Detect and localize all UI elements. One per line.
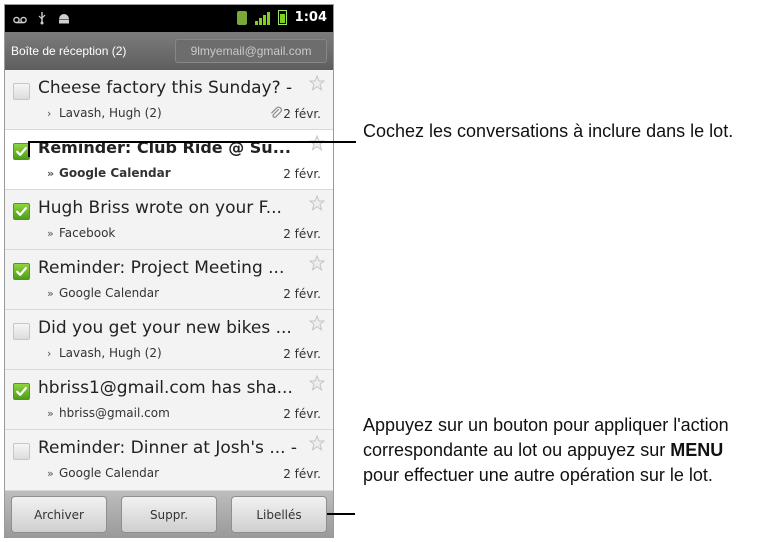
conversation-date: 2 févr. (283, 287, 321, 301)
thread-marker: » (47, 227, 54, 240)
checked-checkbox[interactable] (13, 383, 30, 400)
thread-marker: › (47, 347, 52, 360)
conversation-row[interactable]: Reminder: Dinner at Josh's ... -... » Goog… (5, 430, 333, 491)
conversation-date: 2 févr. (283, 347, 321, 361)
star-icon[interactable] (308, 254, 326, 275)
thread-marker: » (47, 167, 55, 180)
actions-callout: Appuyez sur un bouton pour appliquer l'a… (363, 413, 757, 488)
phone-screen: 1:04 Boîte de réception (2) 9lmyemail@gm… (4, 4, 334, 538)
title-bar: Boîte de réception (2) 9lmyemail@gmail.c… (5, 32, 333, 70)
conversation-row[interactable]: Did you get your new bikes ... › Lavash, H… (5, 310, 333, 370)
unchecked-checkbox[interactable] (13, 443, 30, 460)
delete-button[interactable]: Suppr. (121, 496, 217, 533)
archive-button[interactable]: Archiver (11, 496, 107, 533)
conversation-subject: Did you get your new bikes ... (38, 318, 292, 338)
conversation-subject: Reminder: Project Meeting ... (38, 258, 285, 278)
callout-pointer (327, 513, 355, 515)
conversation-date: 2 févr. (283, 467, 321, 481)
conversation-subject: Hugh Briss wrote on your F... (38, 198, 282, 218)
conversation-date: 2 févr. (283, 167, 321, 181)
actions-callout-text-end: pour effectuer une autre opération sur l… (363, 465, 713, 485)
conversation-sender: Lavash, Hugh (2) (59, 106, 162, 120)
usb-connected-icon (236, 10, 247, 25)
thread-marker: » (47, 287, 54, 300)
conversation-row[interactable]: hbriss1@gmail.com has sha... » hbriss@gmai… (5, 370, 333, 430)
star-icon[interactable] (308, 194, 326, 215)
labels-button[interactable]: Libellés (231, 496, 327, 533)
checked-checkbox[interactable] (13, 203, 30, 220)
checkbox-callout: Cochez les conversations à inclure dans … (363, 121, 734, 141)
conversation-row[interactable]: Reminder: Club Ride @ Su...» Google Calen… (5, 130, 333, 190)
conversation-date: 2 févr. (283, 407, 321, 421)
status-bar: 1:04 (5, 5, 333, 32)
star-icon[interactable] (308, 374, 326, 395)
conversation-sender: hbriss@gmail.com (59, 406, 170, 420)
conversation-date: 2 févr. (283, 227, 321, 241)
conversation-sender: Facebook (59, 226, 116, 240)
conversation-sender-line: › Lavash, Hugh (2) (47, 106, 162, 120)
thread-marker: » (47, 407, 54, 420)
conversation-sender: Google Calendar (59, 166, 171, 180)
conversation-sender-line: › Lavash, Hugh (2) (47, 346, 162, 360)
conversation-sender-line: » Google Calendar (47, 286, 159, 300)
conversation-subject: hbriss1@gmail.com has sha... (38, 378, 293, 398)
star-icon[interactable] (308, 314, 326, 335)
conversation-list: Cheese factory this Sunday? - ... › Lavash… (5, 70, 333, 491)
conversation-sender-line: » Google Calendar (47, 166, 171, 180)
battery-icon (277, 10, 287, 25)
conversation-sender-line: » Google Calendar (47, 466, 159, 480)
star-icon[interactable] (308, 74, 326, 95)
checked-checkbox[interactable] (13, 263, 30, 280)
signal-strength-icon (254, 11, 270, 25)
batch-action-bar: Archiver Suppr. Libellés (5, 491, 333, 537)
conversation-sender: Lavash, Hugh (2) (59, 346, 162, 360)
unchecked-checkbox[interactable] (13, 323, 30, 340)
conversation-row[interactable]: Cheese factory this Sunday? - ... › Lavash… (5, 70, 333, 130)
account-button[interactable]: 9lmyemail@gmail.com (175, 39, 327, 63)
conversation-sender-line: » hbriss@gmail.com (47, 406, 170, 420)
unchecked-checkbox[interactable] (13, 83, 30, 100)
callout-pointer (28, 141, 356, 143)
android-debug-icon (57, 12, 71, 27)
attachment-icon (269, 105, 283, 124)
thread-marker: › (47, 107, 52, 120)
conversation-sender: Google Calendar (59, 286, 160, 300)
clock: 1:04 (294, 10, 327, 25)
usb-icon (37, 11, 47, 28)
star-icon[interactable] (308, 134, 326, 155)
conversation-row[interactable]: Hugh Briss wrote on your F... » Facebook 2 … (5, 190, 333, 250)
inbox-label[interactable]: Boîte de réception (2) (11, 40, 126, 62)
conversation-sender: Google Calendar (59, 466, 160, 480)
conversation-date: 2 févr. (283, 107, 321, 121)
conversation-subject: Reminder: Dinner at Josh's ... -... (38, 438, 298, 458)
menu-key-label: MENU (670, 440, 724, 460)
callout-pointer (28, 143, 30, 157)
conversation-subject: Cheese factory this Sunday? - ... (38, 78, 298, 98)
star-icon[interactable] (308, 434, 326, 455)
conversation-sender-line: » Facebook (47, 226, 115, 240)
thread-marker: » (47, 467, 54, 480)
conversation-row[interactable]: Reminder: Project Meeting ... » Google Cal… (5, 250, 333, 310)
voicemail-icon (13, 13, 27, 27)
